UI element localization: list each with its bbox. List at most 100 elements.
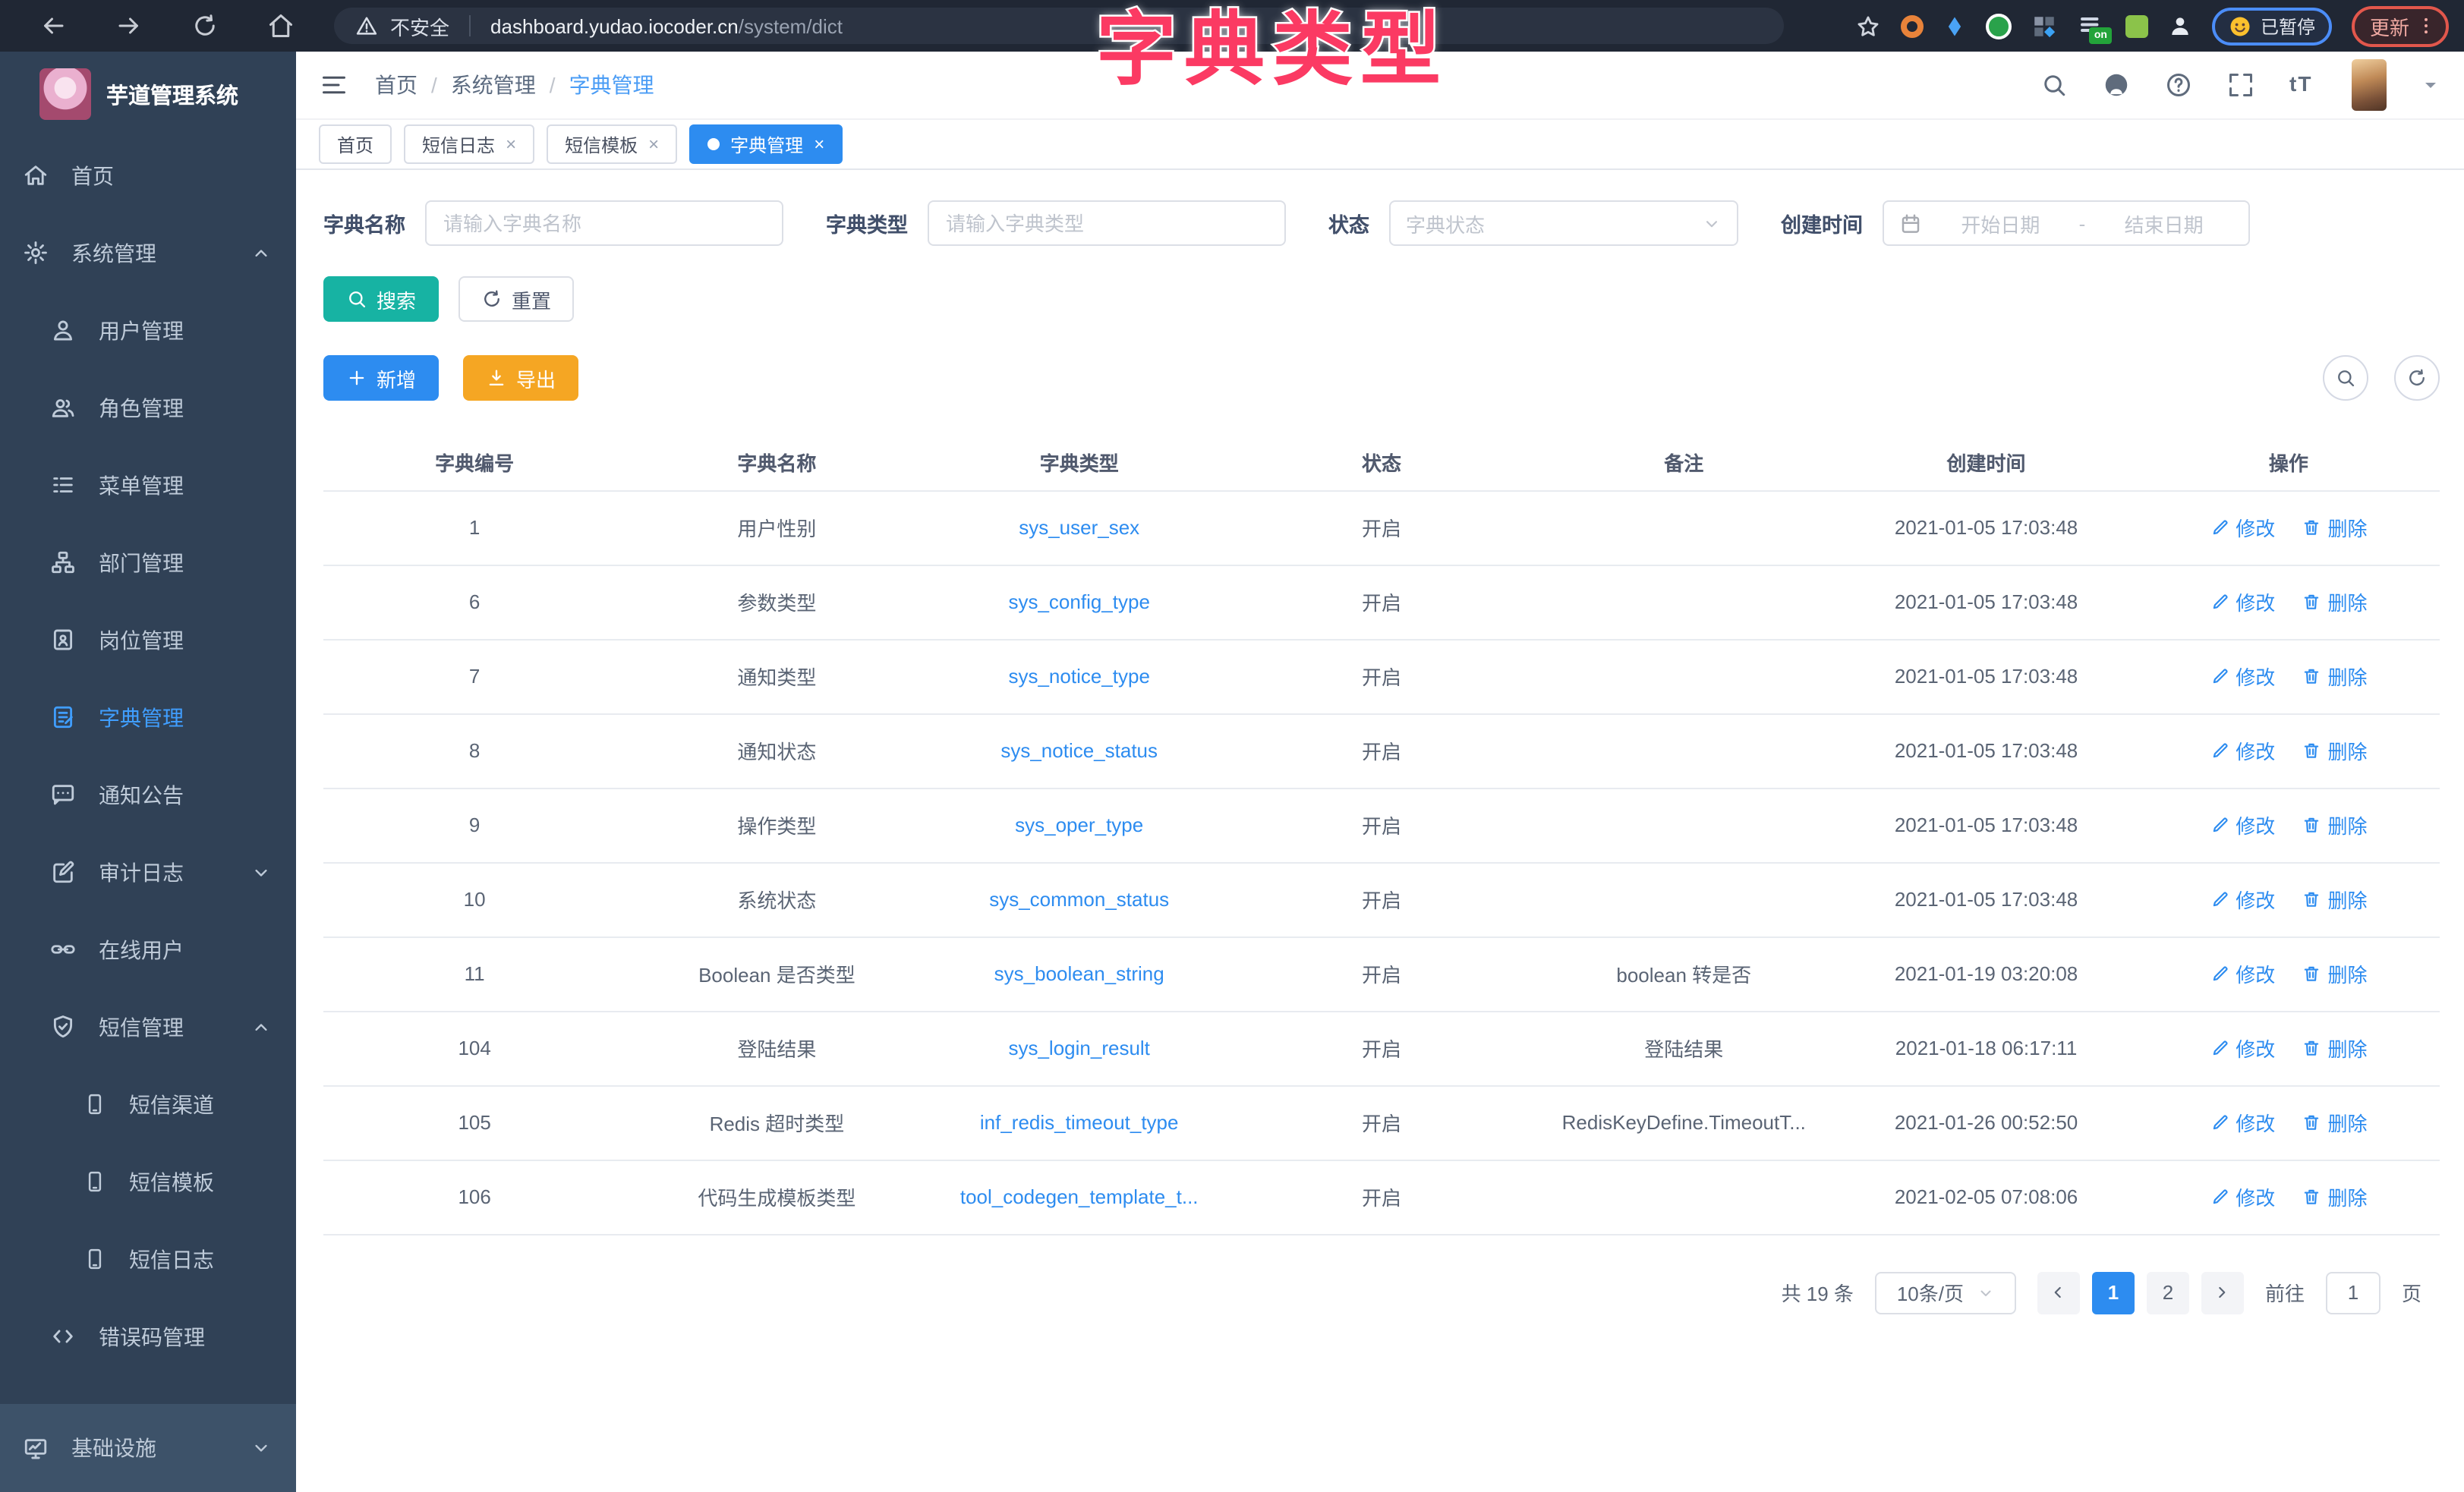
edit-link[interactable]: 修改 [2210,662,2275,691]
dict-type-link[interactable]: sys_notice_type [1008,665,1149,688]
status-label: 状态 [1328,208,1369,238]
dict-type-link[interactable]: sys_config_type [1008,590,1149,613]
edit-link[interactable]: 修改 [2210,736,2275,765]
edit-link[interactable]: 修改 [2210,1182,2275,1211]
delete-link[interactable]: 删除 [2302,513,2367,542]
search-icon[interactable] [2040,71,2068,99]
sidebar-item[interactable]: 岗位管理 [0,601,296,678]
address-bar[interactable]: 不安全 dashboard.yudao.iocoder.cn/system/di… [334,8,1784,44]
edit-link[interactable]: 修改 [2210,1034,2275,1062]
browser-forward-icon[interactable] [115,12,143,39]
sidebar-item[interactable]: 角色管理 [0,369,296,446]
search-button[interactable]: 搜索 [323,276,439,322]
extension-on-icon[interactable]: on [2077,12,2106,39]
dict-type-link[interactable]: sys_common_status [989,888,1169,911]
prev-page-button[interactable] [2037,1271,2080,1314]
reset-button[interactable]: 重置 [458,276,574,322]
delete-link[interactable]: 删除 [2302,587,2367,616]
edit-link[interactable]: 修改 [2210,513,2275,542]
sidebar-item[interactable]: 审计日志 [0,833,296,911]
font-size-icon[interactable]: tT [2289,71,2317,99]
page-tab[interactable]: 短信模板 [547,124,677,164]
dict-type-link[interactable]: tool_codegen_template_t... [960,1185,1199,1208]
sidebar-item[interactable]: 用户管理 [0,291,296,369]
sidebar-item[interactable]: 字典管理 [0,678,296,756]
delete-link[interactable]: 删除 [2302,736,2367,765]
breadcrumb-item[interactable]: 系统管理 [451,70,569,100]
sidebar-item[interactable]: 短信模板 [0,1143,296,1220]
page-tab[interactable]: 字典管理 [689,124,843,164]
hamburger-icon[interactable] [320,71,348,99]
dict-type-link[interactable]: sys_oper_type [1015,814,1143,836]
extension-green-icon[interactable] [1986,13,2012,39]
sidebar-item[interactable]: 菜单管理 [0,446,296,524]
extension-leaf-icon[interactable] [2125,14,2148,37]
avatar-caret-down-icon[interactable] [2421,76,2440,94]
dict-type-link[interactable]: inf_redis_timeout_type [980,1111,1179,1134]
sidebar-item[interactable]: 短信渠道 [0,1065,296,1143]
sidebar-item[interactable]: 基础设施 [0,1404,296,1492]
user-avatar[interactable] [2352,59,2387,111]
sidebar-item[interactable]: 错误码管理 [0,1298,296,1375]
next-page-button[interactable] [2201,1271,2244,1314]
dict-type-link[interactable]: sys_boolean_string [994,962,1164,985]
close-icon[interactable] [814,134,824,155]
update-button[interactable]: 更新 [2352,5,2449,46]
delete-link[interactable]: 删除 [2302,1108,2367,1137]
extension-person-icon[interactable] [2168,14,2192,38]
sidebar-item[interactable]: 系统管理 [0,214,296,291]
sidebar-item[interactable]: 部门管理 [0,524,296,601]
delete-link[interactable]: 删除 [2302,662,2367,691]
close-icon[interactable] [506,134,516,155]
menu-dots-icon[interactable] [2415,15,2437,36]
extension-orange-icon[interactable] [1901,14,1924,37]
page-button[interactable]: 1 [2092,1271,2135,1314]
sidebar-item[interactable]: 短信管理 [0,988,296,1065]
sidebar-item[interactable]: 通知公告 [0,756,296,833]
page-button[interactable]: 2 [2147,1271,2189,1314]
delete-link[interactable]: 删除 [2302,959,2367,988]
breadcrumb-item[interactable]: 字典管理 [569,70,654,100]
sidebar-item[interactable]: 在线用户 [0,911,296,988]
help-icon[interactable] [2165,71,2192,99]
page-tab[interactable]: 短信日志 [404,124,534,164]
github-icon[interactable] [2103,71,2130,99]
sidebar-item[interactable]: 首页 [0,137,296,214]
browser-back-icon[interactable] [39,12,67,39]
export-button[interactable]: 导出 [463,355,578,401]
edit-link[interactable]: 修改 [2210,959,2275,988]
fullscreen-icon[interactable] [2227,71,2254,99]
start-date-placeholder[interactable]: 开始日期 [1931,209,2070,238]
delete-link[interactable]: 删除 [2302,885,2367,914]
extension-grid-icon[interactable] [2031,13,2057,39]
bookmark-star-icon[interactable] [1855,13,1881,39]
goto-page-input[interactable] [2326,1271,2381,1314]
edit-link[interactable]: 修改 [2210,811,2275,839]
paused-badge[interactable]: 已暂停 [2212,7,2332,45]
edit-link[interactable]: 修改 [2210,885,2275,914]
delete-link[interactable]: 删除 [2302,1034,2367,1062]
delete-link[interactable]: 删除 [2302,1182,2367,1211]
sidebar-item[interactable]: 短信日志 [0,1220,296,1298]
dict-name-input[interactable] [425,200,783,246]
edit-link[interactable]: 修改 [2210,587,2275,616]
status-select[interactable]: 字典状态 [1389,200,1738,246]
refresh-table-button[interactable] [2394,355,2440,401]
date-range-picker[interactable]: 开始日期 - 结束日期 [1883,200,2250,246]
page-tab[interactable]: 首页 [319,124,392,164]
delete-link[interactable]: 删除 [2302,811,2367,839]
dict-type-link[interactable]: sys_user_sex [1019,516,1139,539]
dict-type-input[interactable] [928,200,1286,246]
breadcrumb-item[interactable]: 首页 [375,70,451,100]
edit-link[interactable]: 修改 [2210,1108,2275,1137]
page-size-select[interactable]: 10条/页 [1875,1271,2016,1314]
browser-home-icon[interactable] [267,12,295,39]
dict-type-link[interactable]: sys_login_result [1008,1037,1149,1059]
extension-diamond-icon[interactable] [1943,14,1966,37]
browser-reload-icon[interactable] [191,12,219,39]
dict-type-link[interactable]: sys_notice_status [1000,739,1158,762]
close-icon[interactable] [648,134,659,155]
add-button[interactable]: 新增 [323,355,439,401]
show-search-button[interactable] [2323,355,2368,401]
end-date-placeholder[interactable]: 结束日期 [2094,209,2233,238]
